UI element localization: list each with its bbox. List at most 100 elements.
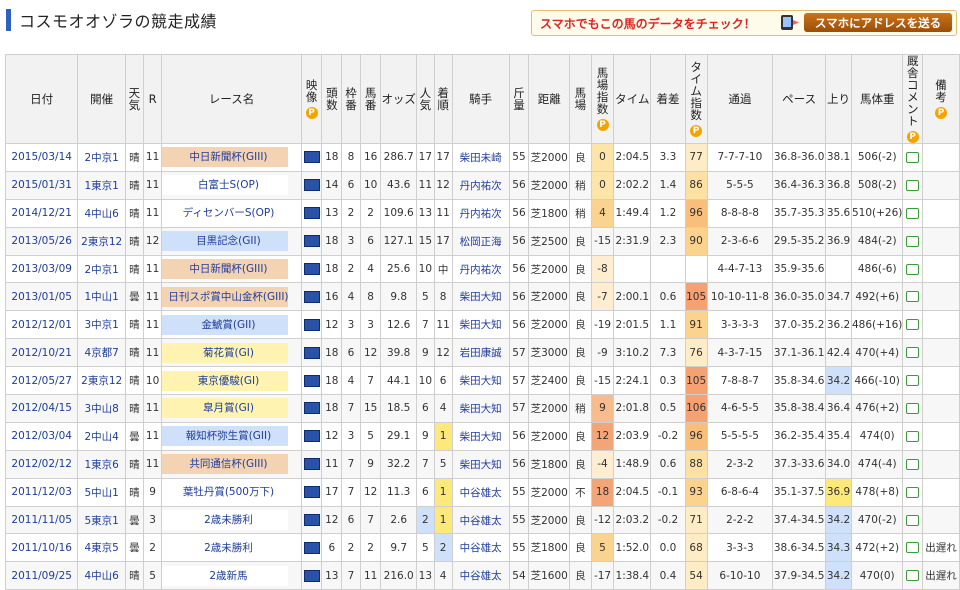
race-name-link[interactable]: ディセンバーS(OP) xyxy=(162,203,300,224)
venue-link[interactable]: 2東京12 xyxy=(81,375,122,387)
video-icon[interactable] xyxy=(303,207,320,220)
venue-link[interactable]: 4中山6 xyxy=(84,570,118,582)
venue-link[interactable]: 1東京6 xyxy=(84,459,118,471)
video-icon[interactable] xyxy=(303,514,320,527)
video-icon[interactable] xyxy=(303,318,320,331)
jockey-link[interactable]: 中谷雄太 xyxy=(460,487,502,499)
jockey-link[interactable]: 松岡正海 xyxy=(460,236,502,248)
race-name-link[interactable]: 2歳新馬 xyxy=(162,565,300,586)
comment-icon[interactable] xyxy=(906,207,920,219)
video-icon[interactable] xyxy=(303,402,320,415)
jockey-link[interactable]: 丹内祐次 xyxy=(460,264,502,276)
venue-link[interactable]: 4京都7 xyxy=(84,347,118,359)
date-link[interactable]: 2014/12/21 xyxy=(11,207,72,219)
race-name-link[interactable]: 東京優駿(GI) xyxy=(162,370,300,391)
jockey-link[interactable]: 柴田大知 xyxy=(460,459,502,471)
comment-icon[interactable] xyxy=(906,570,920,582)
video-icon[interactable] xyxy=(303,179,320,192)
venue-link[interactable]: 4中山6 xyxy=(84,208,118,220)
date-link[interactable]: 2013/03/09 xyxy=(11,263,72,275)
venue-link[interactable]: 4東京5 xyxy=(84,542,118,554)
video-icon[interactable] xyxy=(303,151,320,164)
race-name-link[interactable]: 中日新聞杯(GIII) xyxy=(162,259,300,279)
video-icon[interactable] xyxy=(303,374,320,387)
jockey-link[interactable]: 丹内祐次 xyxy=(460,180,502,192)
venue-link[interactable]: 5中山1 xyxy=(84,487,118,499)
video-icon[interactable] xyxy=(303,486,320,499)
race-name-link[interactable]: 2歳未勝利 xyxy=(162,510,300,531)
comment-icon[interactable] xyxy=(906,458,920,470)
comment-icon[interactable] xyxy=(906,151,920,163)
jockey-link[interactable]: 中谷雄太 xyxy=(460,515,502,527)
send-address-button[interactable]: スマホにアドレスを送る xyxy=(804,13,952,32)
race-name-link[interactable]: 白富士S(OP) xyxy=(162,175,300,196)
venue-link[interactable]: 3中山8 xyxy=(84,403,118,415)
comment-icon[interactable] xyxy=(906,514,920,526)
venue-link[interactable]: 2中山4 xyxy=(84,431,118,443)
venue-link[interactable]: 2中京1 xyxy=(84,152,118,164)
video-icon[interactable] xyxy=(303,569,320,582)
comment-icon[interactable] xyxy=(906,486,920,498)
jockey-link[interactable]: 柴田大知 xyxy=(460,431,502,443)
race-name-link[interactable]: 共同通信杯(GIII) xyxy=(162,454,300,475)
date-link[interactable]: 2012/04/15 xyxy=(11,402,72,414)
venue-link[interactable]: 3中京1 xyxy=(84,319,118,331)
smartphone-promo[interactable]: スマホでもこの馬のデータをチェック！ スマホにアドレスを送る xyxy=(531,10,957,36)
venue-cell: 1東京6 xyxy=(77,449,126,479)
jockey-link[interactable]: 柴田大知 xyxy=(460,291,502,303)
race-name-link[interactable]: 日刊スポ賞中山金杯(GIII) xyxy=(162,286,300,307)
date-link[interactable]: 2013/01/05 xyxy=(11,291,72,303)
jockey-link[interactable]: 柴田大知 xyxy=(460,319,502,331)
comment-icon[interactable] xyxy=(906,235,920,247)
comment-icon[interactable] xyxy=(906,375,920,387)
race-name-link[interactable]: 菊花賞(GI) xyxy=(162,342,300,363)
race-name-link[interactable]: 金鯱賞(GII) xyxy=(162,314,300,335)
comment-icon[interactable] xyxy=(906,430,920,442)
venue-link[interactable]: 1中山1 xyxy=(84,291,118,303)
date-link[interactable]: 2012/10/21 xyxy=(11,347,72,359)
race-name-link[interactable]: 皐月賞(GI) xyxy=(162,398,300,419)
venue-link[interactable]: 1東京1 xyxy=(84,180,118,192)
jockey-link[interactable]: 岩田康誠 xyxy=(460,347,502,359)
jockey-link[interactable]: 丹内祐次 xyxy=(460,208,502,220)
video-icon[interactable] xyxy=(303,430,320,443)
comment-icon[interactable] xyxy=(906,291,920,303)
comment-icon[interactable] xyxy=(906,319,920,331)
date-link[interactable]: 2012/03/04 xyxy=(11,430,72,442)
jockey-link[interactable]: 柴田大知 xyxy=(460,375,502,387)
race-name-link[interactable]: 葉牡丹賞(500万下) xyxy=(162,482,300,503)
comment-icon[interactable] xyxy=(906,402,920,414)
date-link[interactable]: 2011/12/03 xyxy=(11,486,72,498)
video-icon[interactable] xyxy=(303,263,320,275)
jockey-cell: 丹内祐次 xyxy=(451,170,510,200)
race-name-link[interactable]: 中日新聞杯(GIII) xyxy=(162,147,300,168)
race-name-link[interactable]: 報知杯弥生賞(GII) xyxy=(162,426,300,447)
venue-link[interactable]: 5東京1 xyxy=(84,515,118,527)
date-link[interactable]: 2011/11/05 xyxy=(11,514,72,526)
date-link[interactable]: 2013/05/26 xyxy=(11,235,72,247)
date-link[interactable]: 2012/12/01 xyxy=(11,319,72,331)
date-link[interactable]: 2015/01/31 xyxy=(11,179,72,191)
venue-link[interactable]: 2東京12 xyxy=(81,236,122,248)
comment-icon[interactable] xyxy=(906,263,920,275)
jockey-link[interactable]: 柴田未崎 xyxy=(460,152,502,164)
race-name-link[interactable]: 2歳未勝利 xyxy=(162,537,300,558)
jockey-link[interactable]: 中谷雄太 xyxy=(460,570,502,582)
video-icon[interactable] xyxy=(303,346,320,359)
date-link[interactable]: 2015/03/14 xyxy=(11,151,72,163)
comment-icon[interactable] xyxy=(906,542,920,554)
venue-link[interactable]: 2中京1 xyxy=(84,264,118,276)
race-name-link[interactable]: 目黒記念(GII) xyxy=(162,231,300,252)
comment-icon[interactable] xyxy=(906,179,920,191)
jockey-link[interactable]: 柴田大知 xyxy=(460,403,502,415)
date-link[interactable]: 2012/05/27 xyxy=(11,375,72,387)
comment-icon[interactable] xyxy=(906,347,920,359)
video-icon[interactable] xyxy=(303,235,320,248)
jockey-link[interactable]: 中谷雄太 xyxy=(460,542,502,554)
date-link[interactable]: 2012/02/12 xyxy=(11,458,72,470)
video-icon[interactable] xyxy=(303,541,320,554)
video-icon[interactable] xyxy=(303,290,320,303)
date-link[interactable]: 2011/10/16 xyxy=(11,542,72,554)
date-link[interactable]: 2011/09/25 xyxy=(11,570,72,582)
video-icon[interactable] xyxy=(303,458,320,471)
